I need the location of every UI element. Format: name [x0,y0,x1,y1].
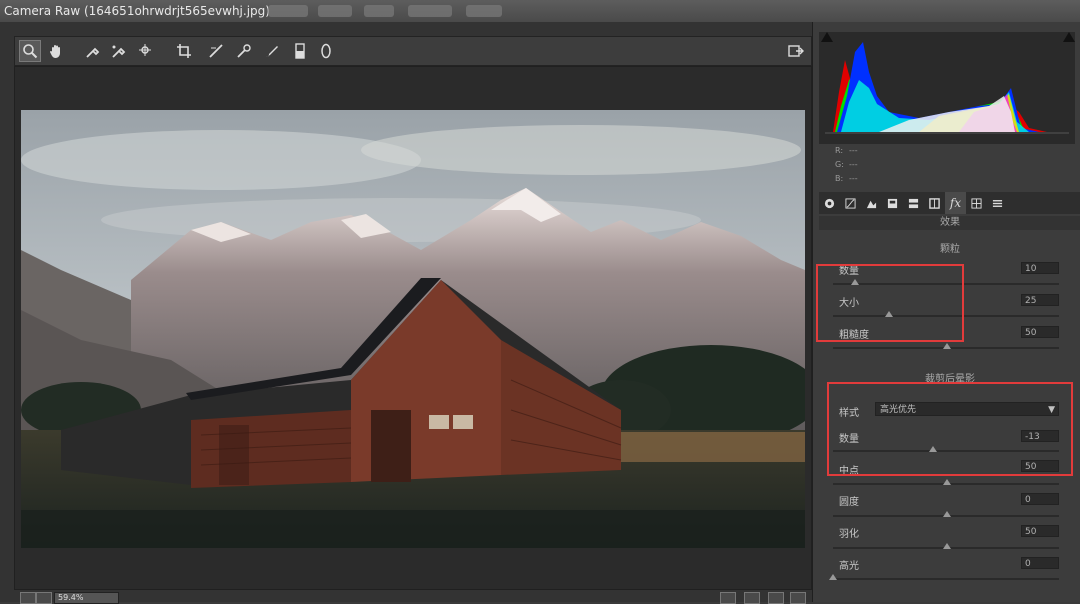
grain-amount-slider[interactable] [833,279,1059,285]
hand-icon[interactable] [45,40,67,62]
r-value: --- [849,146,858,155]
title-bar: Camera Raw (164651ohrwdrjt565evwhj.jpg) [0,0,1080,23]
vignette-midpoint-slider[interactable] [833,479,1059,485]
blurred-menu [466,5,502,17]
vignette-feather-input[interactable]: 50 [1021,525,1059,537]
graduated-filter-icon[interactable] [289,40,311,62]
slider-thumb[interactable] [943,543,951,549]
slider-thumb[interactable] [851,279,859,285]
vignette-amount-label: 数量 [839,434,859,445]
tab-basic[interactable] [819,192,840,214]
photo-preview[interactable] [21,110,805,548]
grain-roughness-input[interactable]: 50 [1021,326,1059,338]
tool-bar [14,36,812,66]
vignette-style-value: 高光优先 [880,405,917,415]
white-balance-icon[interactable] [81,40,103,62]
grain-size-slider[interactable] [833,311,1059,317]
section-title: 效果 [819,216,1080,230]
rgb-readout: R: --- G: --- B: --- [835,144,863,186]
view-toggle-button[interactable] [720,592,736,604]
r-label: R: [835,146,844,155]
blurred-menu [318,5,352,17]
vignette-amount-slider[interactable] [833,446,1059,452]
grain-size-input[interactable]: 25 [1021,294,1059,306]
slider-thumb[interactable] [929,446,937,452]
tab-detail[interactable] [861,192,882,214]
vignette-midpoint-label: 中点 [839,466,859,477]
zoom-icon[interactable] [19,40,41,62]
zoom-level[interactable]: 59.4% [54,592,119,604]
vignette-roundness-label: 圆度 [839,497,859,508]
vignette-amount-input[interactable]: -13 [1021,430,1059,442]
slider-thumb[interactable] [885,311,893,317]
histogram [819,32,1075,144]
tab-tone-curve[interactable] [840,192,861,214]
grain-size-label: 大小 [839,298,859,309]
vignette-midpoint-input[interactable]: 50 [1021,460,1059,472]
slider-thumb[interactable] [943,479,951,485]
vignette-title: 裁剪后晕影 [925,374,975,385]
tab-presets[interactable] [987,192,1008,214]
view-settings-button[interactable] [790,592,806,604]
shadow-clipping-icon[interactable] [821,32,833,42]
zoom-in-button[interactable] [36,592,52,604]
vignette-highlights-slider[interactable] [829,574,1059,580]
g-value: --- [849,160,858,169]
vignette-style-label: 样式 [839,408,859,419]
panel-tabs: fx [819,192,1080,214]
vignette-highlights-label: 高光 [839,561,859,572]
slider-thumb[interactable] [829,574,837,580]
b-label: B: [835,174,844,183]
slider-thumb[interactable] [943,343,951,349]
workspace: 59.4% [0,22,812,604]
view-toggle-button[interactable] [744,592,760,604]
blurred-menu [408,5,452,17]
tab-lens-corrections[interactable] [924,192,945,214]
radial-filter-icon[interactable] [315,40,337,62]
blurred-menu [364,5,394,17]
targeted-adjustment-icon[interactable] [135,40,157,62]
vignette-roundness-slider[interactable] [833,511,1059,517]
grain-roughness-label: 粗糙度 [839,330,869,341]
grain-title: 颗粒 [940,244,960,255]
grain-amount-input[interactable]: 10 [1021,262,1059,274]
straighten-icon[interactable] [205,40,227,62]
adjustment-brush-icon[interactable] [261,40,283,62]
g-label: G: [835,160,844,169]
slider-thumb[interactable] [943,511,951,517]
tab-camera-calibration[interactable] [966,192,987,214]
view-toggle-button[interactable] [768,592,784,604]
status-bar: 59.4% [14,590,810,604]
tab-split-toning[interactable] [903,192,924,214]
spot-removal-icon[interactable] [233,40,255,62]
highlight-clipping-icon[interactable] [1063,32,1075,42]
grain-amount-label: 数量 [839,266,859,277]
chevron-down-icon: ▼ [1048,405,1055,415]
tab-hsl[interactable] [882,192,903,214]
tab-effects[interactable]: fx [945,192,966,214]
color-sampler-icon[interactable] [107,40,129,62]
adjustment-panel: R: --- G: --- B: --- fx 效果 颗粒 数量 10 大小 25 粗… [812,22,1080,602]
vignette-roundness-input[interactable]: 0 [1021,493,1059,505]
crop-icon[interactable] [173,40,195,62]
vignette-highlights-input[interactable]: 0 [1021,557,1059,569]
grain-roughness-slider[interactable] [833,343,1059,349]
window-title: Camera Raw (164651ohrwdrjt565evwhj.jpg) [4,4,270,18]
vignette-feather-slider[interactable] [833,543,1059,549]
vignette-style-select[interactable]: 高光优先 ▼ [875,402,1059,416]
zoom-out-button[interactable] [20,592,36,604]
blurred-menu [268,5,308,17]
image-canvas[interactable] [14,66,812,590]
open-preferences-icon[interactable] [785,40,807,62]
vignette-feather-label: 羽化 [839,529,859,540]
b-value: --- [849,174,858,183]
